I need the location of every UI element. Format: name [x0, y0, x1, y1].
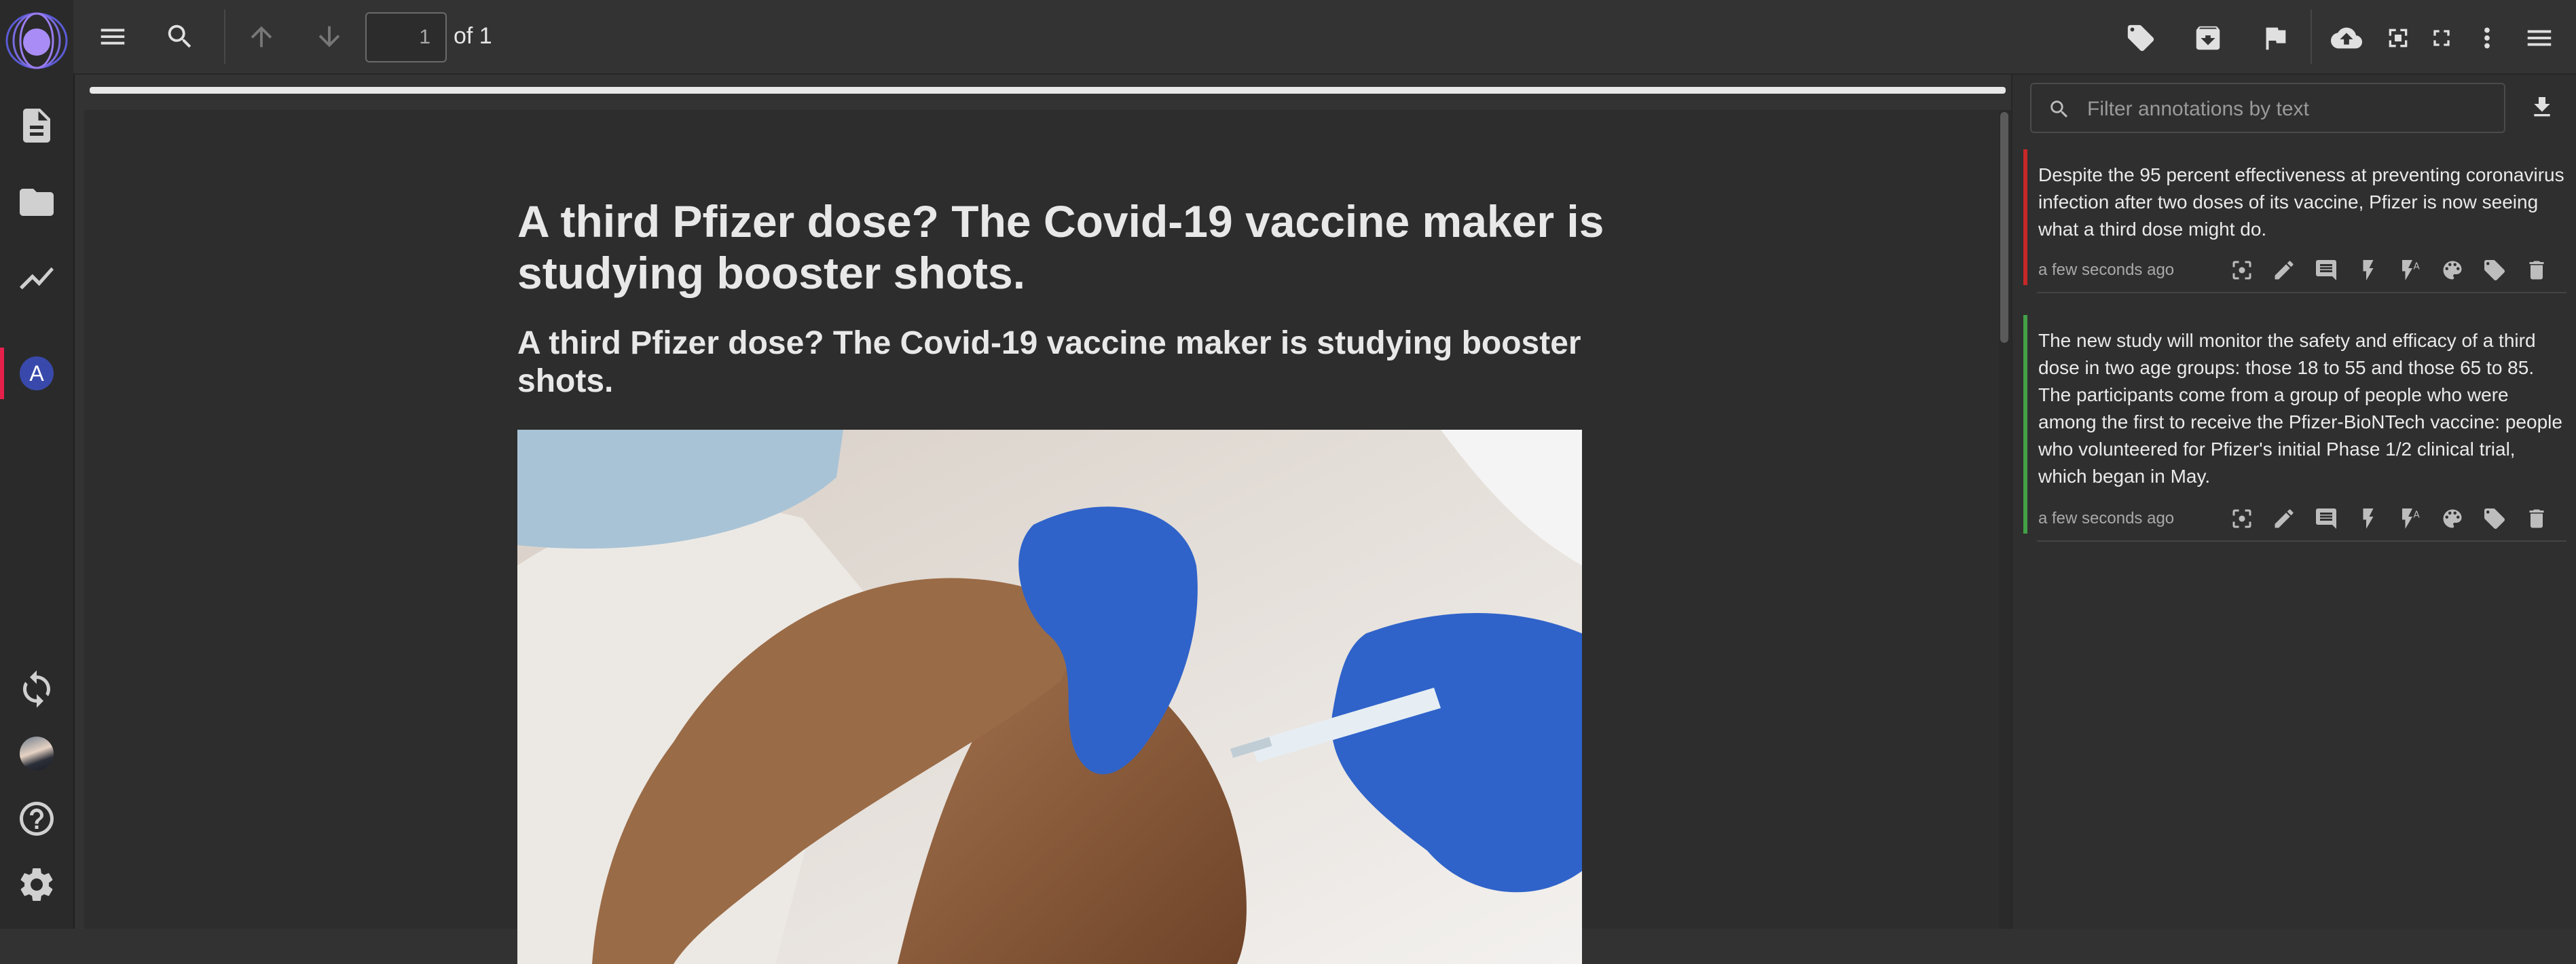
annotation-time: a few seconds ago — [2038, 509, 2175, 527]
page-number-input[interactable] — [365, 12, 447, 62]
sync-icon[interactable] — [16, 669, 57, 709]
lightning-text-icon[interactable]: A — [2398, 258, 2423, 282]
arrow-up-icon[interactable] — [246, 21, 277, 52]
annotation-filter[interactable] — [2030, 83, 2505, 133]
fullscreen-icon[interactable] — [2385, 24, 2412, 52]
document-page: A third Pfizer dose? The Covid-19 vaccin… — [84, 110, 1999, 964]
document-viewer: A third Pfizer dose? The Covid-19 vaccin… — [75, 75, 2011, 964]
annotation-card[interactable]: Despite the 95 percent effectiveness at … — [2023, 149, 2569, 293]
page-count-label: of 1 — [454, 23, 492, 49]
tag-icon[interactable] — [2482, 258, 2507, 282]
annotation-color-bar — [2023, 315, 2027, 534]
top-toolbar: of 1 — [73, 0, 2576, 75]
lightning-icon[interactable] — [2356, 506, 2380, 531]
search-icon[interactable] — [164, 21, 196, 52]
annotation-color-bar — [2023, 149, 2027, 285]
delete-icon[interactable] — [2524, 258, 2549, 282]
edit-icon[interactable] — [2272, 258, 2296, 282]
annotation-divider — [2037, 540, 2566, 542]
cloud-upload-icon[interactable] — [2331, 22, 2362, 54]
lightning-icon[interactable] — [2356, 258, 2380, 282]
vaccination-photo — [517, 430, 1582, 964]
folder-icon[interactable] — [16, 182, 57, 223]
user-avatar[interactable] — [20, 737, 54, 771]
annotations-panel: Despite the 95 percent effectiveness at … — [2011, 75, 2576, 929]
menu-icon[interactable] — [97, 21, 128, 52]
load-progress-bar — [90, 87, 2006, 94]
article-subtitle: A third Pfizer dose? The Covid-19 vaccin… — [517, 325, 1581, 399]
help-icon[interactable] — [16, 798, 57, 839]
flag-icon[interactable] — [2260, 22, 2291, 54]
annotation-time: a few seconds ago — [2038, 261, 2175, 279]
download-icon[interactable] — [2528, 94, 2556, 121]
annotation-actions: A — [2230, 506, 2569, 534]
annotation-card[interactable]: The new study will monitor the safety an… — [2023, 315, 2569, 542]
document-icon[interactable] — [16, 105, 57, 146]
focus-icon[interactable] — [2230, 258, 2254, 282]
tag-icon[interactable] — [2125, 22, 2156, 54]
palette-icon[interactable] — [2440, 258, 2465, 282]
lightning-text-icon[interactable]: A — [2398, 506, 2423, 531]
delete-icon[interactable] — [2524, 506, 2549, 531]
annotation-divider — [2037, 292, 2566, 293]
svg-text:A: A — [2414, 510, 2421, 521]
app-logo[interactable] — [4, 8, 69, 73]
palette-icon[interactable] — [2440, 506, 2465, 531]
settings-icon[interactable] — [16, 864, 57, 905]
annotation-actions: A — [2230, 258, 2569, 285]
focus-icon[interactable] — [2230, 506, 2254, 531]
tag-icon[interactable] — [2482, 506, 2507, 531]
fit-screen-icon[interactable] — [2428, 24, 2455, 52]
annotation-text: Despite the 95 percent effectiveness at … — [2038, 164, 2564, 240]
panel-menu-icon[interactable] — [2524, 22, 2555, 54]
filter-input[interactable] — [2086, 94, 2496, 125]
analytics-icon[interactable] — [16, 258, 57, 299]
comment-icon[interactable] — [2314, 258, 2338, 282]
document-scrollbar-thumb[interactable] — [2000, 112, 2008, 343]
article-title: A third Pfizer dose? The Covid-19 vaccin… — [517, 196, 1604, 298]
annotation-text: The new study will monitor the safety an… — [2038, 330, 2562, 487]
active-indicator — [0, 348, 4, 399]
archive-icon[interactable] — [2192, 22, 2224, 54]
search-icon — [2048, 98, 2071, 121]
left-rail: A — [0, 0, 75, 929]
edit-icon[interactable] — [2272, 506, 2296, 531]
annotator-avatar[interactable]: A — [20, 356, 54, 390]
svg-text:A: A — [2414, 261, 2421, 272]
comment-icon[interactable] — [2314, 506, 2338, 531]
more-vert-icon[interactable] — [2471, 22, 2503, 54]
arrow-down-icon[interactable] — [314, 21, 345, 52]
